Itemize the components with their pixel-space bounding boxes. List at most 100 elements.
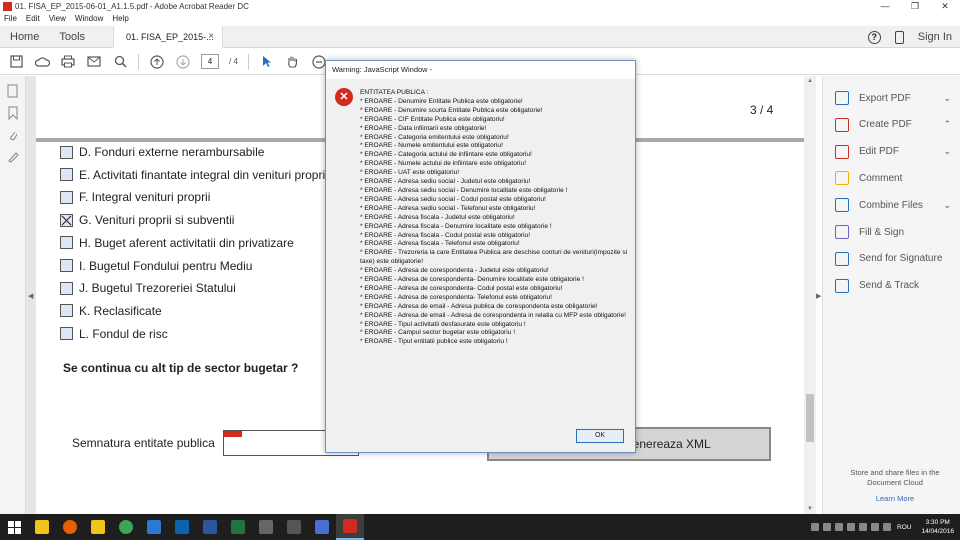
save-icon[interactable] xyxy=(8,54,24,70)
tool-item[interactable]: Send & Track xyxy=(835,277,955,295)
scroll-down-icon[interactable]: ▼ xyxy=(807,506,813,512)
taskbar-app-edge[interactable] xyxy=(140,514,168,540)
option-checkbox[interactable] xyxy=(60,236,73,250)
tool-item[interactable]: Comment xyxy=(835,169,955,187)
chevron-icon[interactable]: ⌄ xyxy=(943,93,951,104)
attachment-icon[interactable] xyxy=(6,128,20,142)
taskbar-app-excel[interactable] xyxy=(224,514,252,540)
menu-help[interactable]: Help xyxy=(108,13,133,25)
dialog-line: * EROARE - Adresa fiscala - Codul postal… xyxy=(360,231,531,239)
scroll-up-icon[interactable]: ▲ xyxy=(807,78,813,84)
dialog-line: * EROARE - Numele emitentului este oblig… xyxy=(360,142,503,150)
tray-icon[interactable] xyxy=(811,523,819,531)
scroll-thumb[interactable] xyxy=(806,394,814,442)
chevron-icon[interactable]: ⌄ xyxy=(943,146,951,157)
tab-close-icon[interactable]: × xyxy=(208,26,214,48)
chevron-icon[interactable]: ⌃ xyxy=(943,119,951,130)
page-number-input[interactable]: 4 xyxy=(201,54,219,69)
maximize-button[interactable]: ❐ xyxy=(900,0,930,13)
taskbar-app-chrome[interactable] xyxy=(112,514,140,540)
taskbar-app-word[interactable] xyxy=(196,514,224,540)
acrobat-icon xyxy=(3,2,12,11)
option-checkbox[interactable] xyxy=(60,168,73,182)
chevron-icon[interactable]: ⌄ xyxy=(943,200,951,211)
dialog-line: * EROARE - Campul sector bugetar este ob… xyxy=(360,329,516,337)
minimize-button[interactable]: — xyxy=(870,0,900,13)
window-controls: — ❐ ✕ xyxy=(870,0,960,13)
page-down-icon[interactable] xyxy=(175,54,191,70)
dialog-line: * EROARE - Adresa de corespondenta - Jud… xyxy=(360,267,549,275)
collapse-left-icon[interactable]: ◀ xyxy=(28,292,33,300)
network-icon[interactable] xyxy=(871,523,879,531)
help-icon[interactable]: ? xyxy=(867,30,881,44)
tab-document[interactable]: 01. FISA_EP_2015-... × xyxy=(113,25,224,48)
menu-window[interactable]: Window xyxy=(71,13,108,25)
learn-more-link[interactable]: Learn More xyxy=(835,494,955,503)
tab-tools[interactable]: Tools xyxy=(49,26,95,48)
tray-icon[interactable] xyxy=(823,523,831,531)
taskbar-app-acrobat[interactable] xyxy=(336,514,364,540)
taskbar-app-firefox[interactable] xyxy=(56,514,84,540)
tool-item-label: Create PDF xyxy=(859,119,912,131)
option-checkbox[interactable] xyxy=(60,145,73,159)
tab-home[interactable]: Home xyxy=(0,26,49,48)
tray-icon[interactable] xyxy=(835,523,843,531)
vertical-scrollbar[interactable]: ▲ ▼ xyxy=(804,76,816,514)
select-cursor-icon[interactable] xyxy=(259,54,275,70)
dialog-line: * EROARE - Categoria actului de infiinta… xyxy=(360,151,532,159)
print-icon[interactable] xyxy=(60,54,76,70)
start-button[interactable] xyxy=(0,514,28,540)
menu-edit[interactable]: Edit xyxy=(22,13,45,25)
collapse-right-icon[interactable]: ▶ xyxy=(816,292,821,300)
taskbar-app-calculator[interactable] xyxy=(252,514,280,540)
dialog-line: * EROARE - Adresa sediu social - Denumir… xyxy=(360,186,568,194)
tool-item[interactable]: Edit PDF ⌄ xyxy=(835,143,955,161)
option-row: F. Integral venituri proprii xyxy=(60,188,210,206)
tray-icon[interactable] xyxy=(847,523,855,531)
page-thumbnails-icon[interactable] xyxy=(6,84,20,98)
tool-item[interactable]: Create PDF ⌃ xyxy=(835,116,955,134)
option-row: J. Bugetul Trezoreriei Statului xyxy=(60,279,236,297)
option-checkbox[interactable] xyxy=(60,190,73,204)
language-indicator[interactable]: ROU xyxy=(897,524,911,531)
option-checkbox[interactable] xyxy=(60,327,73,341)
tool-item[interactable]: Export PDF ⌄ xyxy=(835,89,955,107)
page-up-icon[interactable] xyxy=(149,54,165,70)
hand-tool-icon[interactable] xyxy=(285,54,301,70)
taskbar-app-explorer-folder[interactable] xyxy=(84,514,112,540)
cloud-upload-icon[interactable] xyxy=(34,54,50,70)
mobile-link-icon[interactable] xyxy=(894,30,904,44)
combine-files-icon xyxy=(835,198,849,213)
acrobat-icon xyxy=(343,519,357,533)
taskbar-app-store[interactable] xyxy=(280,514,308,540)
option-checkbox[interactable] xyxy=(60,259,73,272)
signature-panel-icon[interactable] xyxy=(6,150,20,164)
tool-item[interactable]: Send for Signature xyxy=(835,250,955,268)
option-checkbox[interactable] xyxy=(60,281,73,295)
clock-time: 3:30 PM xyxy=(925,519,950,526)
close-button[interactable]: ✕ xyxy=(930,0,960,13)
email-icon[interactable] xyxy=(86,54,102,70)
bookmark-icon[interactable] xyxy=(6,106,20,121)
sign-in-link[interactable]: Sign In xyxy=(918,31,952,43)
tool-item[interactable]: Combine Files ⌄ xyxy=(835,196,955,214)
taskbar-app-outlook[interactable] xyxy=(168,514,196,540)
option-row: E. Activitati finantate integral din ven… xyxy=(60,166,325,184)
tool-item[interactable]: Fill & Sign xyxy=(835,223,955,241)
taskbar: ROU 3:30 PM 14/04/2016 xyxy=(0,514,960,540)
taskbar-app-file-explorer[interactable] xyxy=(28,514,56,540)
search-icon[interactable] xyxy=(112,54,128,70)
file-explorer-icon xyxy=(35,520,49,534)
volume-icon[interactable] xyxy=(883,523,891,531)
taskbar-app-library[interactable] xyxy=(308,514,336,540)
ok-button[interactable]: OK xyxy=(576,429,624,443)
menu-file[interactable]: File xyxy=(0,13,22,25)
option-checkbox[interactable] xyxy=(60,304,73,318)
clock[interactable]: 3:30 PM 14/04/2016 xyxy=(921,518,954,536)
menu-view[interactable]: View xyxy=(45,13,71,25)
option-checkbox[interactable] xyxy=(60,213,73,227)
create-pdf-icon xyxy=(835,117,849,132)
option-label: G. Venituri proprii si subventii xyxy=(79,213,235,228)
tray-icon[interactable] xyxy=(859,523,867,531)
window-title: 01. FISA_EP_2015-06-01_A1.1.5.pdf - Adob… xyxy=(15,2,249,11)
